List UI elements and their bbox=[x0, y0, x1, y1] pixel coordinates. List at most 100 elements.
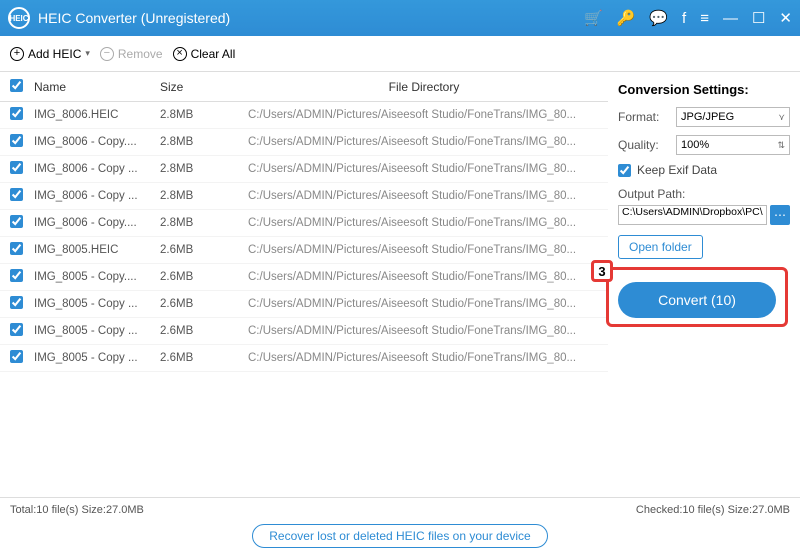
file-directory: C:/Users/ADMIN/Pictures/Aiseesoft Studio… bbox=[240, 109, 608, 121]
table-row[interactable]: IMG_8005.HEIC2.6MBC:/Users/ADMIN/Picture… bbox=[0, 237, 608, 264]
clear-all-button[interactable]: × Clear All bbox=[173, 47, 236, 61]
table-header: Name Size File Directory bbox=[0, 72, 608, 102]
file-size: 2.8MB bbox=[160, 136, 240, 148]
row-checkbox[interactable] bbox=[10, 215, 23, 228]
output-path-input[interactable]: C:\Users\ADMIN\Dropbox\PC\ bbox=[618, 205, 767, 225]
table-row[interactable]: IMG_8005 - Copy....2.6MBC:/Users/ADMIN/P… bbox=[0, 264, 608, 291]
header-name: Name bbox=[32, 80, 160, 94]
file-name: IMG_8005 - Copy ... bbox=[32, 325, 160, 337]
toolbar: + Add HEIC ▾ − Remove × Clear All bbox=[0, 36, 800, 72]
file-size: 2.6MB bbox=[160, 325, 240, 337]
cart-icon[interactable]: 🛒 bbox=[584, 9, 603, 27]
header-size: Size bbox=[160, 80, 240, 94]
file-name: IMG_8006 - Copy ... bbox=[32, 163, 160, 175]
facebook-icon[interactable]: f bbox=[682, 10, 686, 27]
row-checkbox[interactable] bbox=[10, 242, 23, 255]
row-checkbox[interactable] bbox=[10, 269, 23, 282]
close-icon[interactable]: ✕ bbox=[779, 9, 792, 27]
file-directory: C:/Users/ADMIN/Pictures/Aiseesoft Studio… bbox=[240, 298, 608, 310]
maximize-icon[interactable]: ☐ bbox=[752, 9, 765, 27]
remove-button[interactable]: − Remove bbox=[100, 47, 163, 61]
select-all-checkbox[interactable] bbox=[10, 79, 23, 92]
file-name: IMG_8006 - Copy ... bbox=[32, 190, 160, 202]
key-icon[interactable]: 🔑 bbox=[617, 9, 636, 27]
add-heic-label: Add HEIC bbox=[28, 47, 81, 61]
file-size: 2.6MB bbox=[160, 244, 240, 256]
file-size: 2.8MB bbox=[160, 217, 240, 229]
header-directory: File Directory bbox=[240, 80, 608, 94]
chevron-down-icon: ▾ bbox=[85, 48, 90, 59]
clear-all-label: Clear All bbox=[191, 47, 236, 61]
spinner-icon: ⇅ bbox=[777, 140, 785, 151]
status-checked: Checked:10 file(s) Size:27.0MB bbox=[636, 504, 790, 516]
status-total: Total:10 file(s) Size:27.0MB bbox=[10, 504, 636, 516]
row-checkbox[interactable] bbox=[10, 350, 23, 363]
app-logo: HEIC bbox=[8, 7, 30, 29]
quality-label: Quality: bbox=[618, 138, 670, 152]
file-directory: C:/Users/ADMIN/Pictures/Aiseesoft Studio… bbox=[240, 217, 608, 229]
file-size: 2.8MB bbox=[160, 190, 240, 202]
row-checkbox[interactable] bbox=[10, 296, 23, 309]
file-directory: C:/Users/ADMIN/Pictures/Aiseesoft Studio… bbox=[240, 271, 608, 283]
format-label: Format: bbox=[618, 110, 670, 124]
file-size: 2.6MB bbox=[160, 271, 240, 283]
open-folder-button[interactable]: Open folder bbox=[618, 235, 703, 259]
browse-button[interactable]: ⋯ bbox=[770, 205, 790, 225]
file-directory: C:/Users/ADMIN/Pictures/Aiseesoft Studio… bbox=[240, 325, 608, 337]
row-checkbox[interactable] bbox=[10, 188, 23, 201]
file-directory: C:/Users/ADMIN/Pictures/Aiseesoft Studio… bbox=[240, 190, 608, 202]
file-size: 2.6MB bbox=[160, 352, 240, 364]
file-name: IMG_8006 - Copy.... bbox=[32, 217, 160, 229]
file-name: IMG_8005.HEIC bbox=[32, 244, 160, 256]
file-name: IMG_8006 - Copy.... bbox=[32, 136, 160, 148]
table-row[interactable]: IMG_8005 - Copy ...2.6MBC:/Users/ADMIN/P… bbox=[0, 345, 608, 372]
row-checkbox[interactable] bbox=[10, 134, 23, 147]
quality-select[interactable]: 100% ⇅ bbox=[676, 135, 790, 155]
file-directory: C:/Users/ADMIN/Pictures/Aiseesoft Studio… bbox=[240, 352, 608, 364]
titlebar: HEIC HEIC Converter (Unregistered) 🛒 🔑 💬… bbox=[0, 0, 800, 36]
file-name: IMG_8005 - Copy.... bbox=[32, 271, 160, 283]
table-row[interactable]: IMG_8006 - Copy ...2.8MBC:/Users/ADMIN/P… bbox=[0, 183, 608, 210]
row-checkbox[interactable] bbox=[10, 323, 23, 336]
status-bar: Total:10 file(s) Size:27.0MB Checked:10 … bbox=[0, 497, 800, 521]
keep-exif-checkbox[interactable] bbox=[618, 164, 631, 177]
recover-link[interactable]: Recover lost or deleted HEIC files on yo… bbox=[252, 524, 547, 548]
output-path-label: Output Path: bbox=[618, 187, 790, 201]
file-name: IMG_8006.HEIC bbox=[32, 109, 160, 121]
table-row[interactable]: IMG_8006 - Copy....2.8MBC:/Users/ADMIN/P… bbox=[0, 210, 608, 237]
file-list-panel: Name Size File Directory IMG_8006.HEIC2.… bbox=[0, 72, 608, 497]
format-value: JPG/JPEG bbox=[681, 111, 734, 123]
minus-icon: − bbox=[100, 47, 114, 61]
file-size: 2.8MB bbox=[160, 163, 240, 175]
keep-exif-label: Keep Exif Data bbox=[637, 163, 717, 177]
row-checkbox[interactable] bbox=[10, 161, 23, 174]
annotation-number: 3 bbox=[591, 260, 613, 282]
table-row[interactable]: IMG_8006 - Copy ...2.8MBC:/Users/ADMIN/P… bbox=[0, 156, 608, 183]
minimize-icon[interactable]: — bbox=[723, 10, 738, 27]
convert-button[interactable]: Convert (10) bbox=[618, 282, 776, 318]
chevron-down-icon: ⋎ bbox=[778, 112, 785, 123]
x-icon: × bbox=[173, 47, 187, 61]
row-checkbox[interactable] bbox=[10, 107, 23, 120]
window-title: HEIC Converter (Unregistered) bbox=[38, 10, 584, 26]
remove-label: Remove bbox=[118, 47, 163, 61]
format-select[interactable]: JPG/JPEG ⋎ bbox=[676, 107, 790, 127]
file-directory: C:/Users/ADMIN/Pictures/Aiseesoft Studio… bbox=[240, 163, 608, 175]
add-heic-button[interactable]: + Add HEIC ▾ bbox=[10, 47, 90, 61]
settings-title: Conversion Settings: bbox=[618, 82, 790, 97]
file-rows: IMG_8006.HEIC2.8MBC:/Users/ADMIN/Picture… bbox=[0, 102, 608, 497]
quality-value: 100% bbox=[681, 139, 709, 151]
plus-icon: + bbox=[10, 47, 24, 61]
menu-icon[interactable]: ≡ bbox=[700, 10, 709, 27]
chat-icon[interactable]: 💬 bbox=[649, 9, 668, 27]
file-size: 2.8MB bbox=[160, 109, 240, 121]
file-name: IMG_8005 - Copy ... bbox=[32, 352, 160, 364]
table-row[interactable]: IMG_8005 - Copy ...2.6MBC:/Users/ADMIN/P… bbox=[0, 291, 608, 318]
table-row[interactable]: IMG_8006.HEIC2.8MBC:/Users/ADMIN/Picture… bbox=[0, 102, 608, 129]
table-row[interactable]: IMG_8005 - Copy ...2.6MBC:/Users/ADMIN/P… bbox=[0, 318, 608, 345]
file-name: IMG_8005 - Copy ... bbox=[32, 298, 160, 310]
table-row[interactable]: IMG_8006 - Copy....2.8MBC:/Users/ADMIN/P… bbox=[0, 129, 608, 156]
file-directory: C:/Users/ADMIN/Pictures/Aiseesoft Studio… bbox=[240, 244, 608, 256]
file-size: 2.6MB bbox=[160, 298, 240, 310]
file-directory: C:/Users/ADMIN/Pictures/Aiseesoft Studio… bbox=[240, 136, 608, 148]
